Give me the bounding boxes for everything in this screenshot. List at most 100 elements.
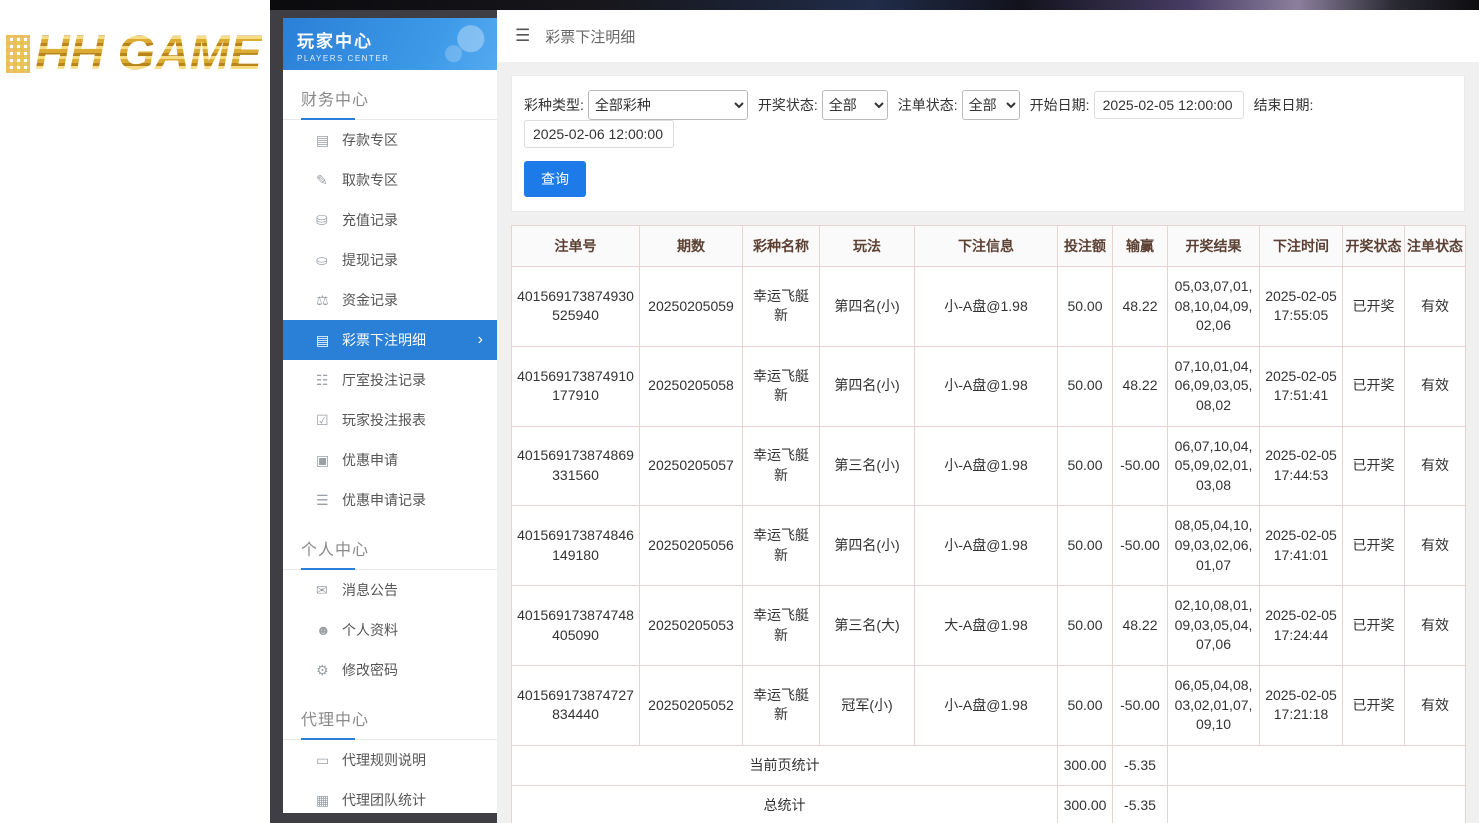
cell-draw-result: 06,07,10,04,05,09,02,01,03,08 [1168, 426, 1260, 506]
table-row: 40156917387491017791020250205058幸运飞艇新第四名… [512, 346, 1466, 426]
cell-period: 20250205053 [640, 586, 743, 666]
cell-bet-info: 小-A盘@1.98 [915, 346, 1058, 426]
cell-draw-status: 已开奖 [1343, 506, 1405, 586]
summary-bet-total: 300.00 [1058, 745, 1113, 786]
summary-empty [1168, 786, 1466, 823]
table-row: 40156917387486933156020250205057幸运飞艇新第三名… [512, 426, 1466, 506]
cell-draw-status: 已开奖 [1343, 267, 1405, 347]
cell-bet-time: 2025-02-05 17:51:41 [1260, 346, 1343, 426]
cell-bet-amount: 50.00 [1058, 426, 1113, 506]
cell-play-type: 第四名(小) [820, 267, 915, 347]
sidebar-item-funds-record[interactable]: ⚖资金记录 [283, 280, 497, 320]
profile-icon: ☻ [316, 622, 342, 638]
lottery-type-select[interactable]: 全部彩种 [588, 90, 748, 120]
cell-bet-info: 小-A盘@1.98 [915, 665, 1058, 745]
table-row: 40156917387484614918020250205056幸运飞艇新第四名… [512, 506, 1466, 586]
cell-win-loss: -50.00 [1113, 426, 1168, 506]
bet-status-select[interactable]: 全部 [962, 90, 1020, 120]
column-header-draw-result: 开奖结果 [1168, 226, 1260, 267]
menu-toggle-icon[interactable]: ☰ [515, 26, 530, 46]
sidebar-item-hall-bet-record[interactable]: ☷厅室投注记录 [283, 360, 497, 400]
cell-play-type: 冠军(小) [820, 665, 915, 745]
hall-bet-record-icon: ☷ [316, 372, 342, 389]
summary-bet-total: 300.00 [1058, 786, 1113, 823]
screen: HH GAME 玩家中心 PLAYERS CENTER 财务中心▤存款专区✎取款… [0, 0, 1479, 823]
cell-play-type: 第四名(小) [820, 346, 915, 426]
sidebar-nav: 财务中心▤存款专区✎取款专区⛁充值记录⛀提现记录⚖资金记录▤彩票下注明细›☷厅室… [283, 70, 497, 813]
section-title: 个人中心 [283, 520, 497, 570]
cell-bet-info: 大-A盘@1.98 [915, 586, 1058, 666]
filter-card: 彩种类型: 全部彩种 开奖状态: 全部 注单状态: 全部 开始日期: [511, 75, 1465, 212]
sidebar-item-password-gear[interactable]: ⚙修改密码 [283, 650, 497, 690]
cell-lottery-name: 幸运飞艇新 [743, 586, 820, 666]
search-button[interactable]: 查询 [524, 161, 586, 197]
column-header-order-no: 注单号 [512, 226, 640, 267]
sidebar-item-agent-rules[interactable]: ▭代理规则说明 [283, 740, 497, 780]
deposit-icon: ▤ [316, 132, 342, 149]
lottery-bet-detail-icon: ▤ [316, 332, 342, 349]
cell-win-loss: 48.22 [1113, 267, 1168, 347]
cell-order-status: 有效 [1405, 267, 1466, 347]
cell-draw-result: 07,10,01,04,06,09,03,05,08,02 [1168, 346, 1260, 426]
cell-order-no: 401569173874910177910 [512, 346, 640, 426]
end-date-label: 结束日期: [1254, 95, 1314, 115]
sidebar-item-withdraw[interactable]: ✎取款专区 [283, 160, 497, 200]
content-area: ☰ 彩票下注明细 彩种类型: 全部彩种 开奖状态: 全部 注单状态: [497, 10, 1479, 823]
end-date-input[interactable] [524, 120, 674, 148]
sidebar-item-label: 消息公告 [342, 580, 398, 600]
draw-status-select[interactable]: 全部 [822, 90, 888, 120]
sidebar-item-recharge-record[interactable]: ⛁充值记录 [283, 200, 497, 240]
cell-lottery-name: 幸运飞艇新 [743, 346, 820, 426]
start-date-label: 开始日期: [1030, 95, 1090, 115]
start-date-input[interactable] [1094, 91, 1244, 119]
cell-period: 20250205057 [640, 426, 743, 506]
cell-lottery-name: 幸运飞艇新 [743, 267, 820, 347]
sidebar-item-agent-team-stats[interactable]: ▦代理团队统计 [283, 780, 497, 813]
cell-period: 20250205058 [640, 346, 743, 426]
column-header-lottery-name: 彩种名称 [743, 226, 820, 267]
cell-order-status: 有效 [1405, 506, 1466, 586]
promo-apply-icon: ▣ [316, 452, 342, 469]
globe-decoration-icon [441, 22, 489, 66]
sidebar-item-label: 提现记录 [342, 250, 398, 270]
cell-bet-time: 2025-02-05 17:24:44 [1260, 586, 1343, 666]
bet-table: 注单号期数彩种名称玩法下注信息投注额输赢开奖结果下注时间开奖状态注单状态 401… [511, 225, 1466, 823]
cell-play-type: 第三名(小) [820, 426, 915, 506]
sidebar-item-label: 个人资料 [342, 620, 398, 640]
cell-bet-info: 小-A盘@1.98 [915, 506, 1058, 586]
brand-pane: HH GAME [0, 0, 270, 823]
column-header-bet-amount: 投注额 [1058, 226, 1113, 267]
table-body: 40156917387493052594020250205059幸运飞艇新第四名… [512, 267, 1466, 823]
cell-period: 20250205056 [640, 506, 743, 586]
sidebar-item-message[interactable]: ✉消息公告 [283, 570, 497, 610]
brand-logo: HH GAME [6, 26, 262, 81]
sidebar-item-promo-apply-record[interactable]: ☰优惠申请记录 [283, 480, 497, 520]
sidebar-item-label: 厅室投注记录 [342, 370, 426, 390]
column-header-bet-time: 下注时间 [1260, 226, 1343, 267]
summary-win-loss: -5.35 [1113, 745, 1168, 786]
section-title: 财务中心 [283, 70, 497, 120]
withdraw-icon: ✎ [316, 172, 342, 189]
funds-record-icon: ⚖ [316, 292, 342, 309]
table-row: 40156917387493052594020250205059幸运飞艇新第四名… [512, 267, 1466, 347]
sidebar-item-profile[interactable]: ☻个人资料 [283, 610, 497, 650]
sidebar-item-player-bet-report[interactable]: ☑玩家投注报表 [283, 400, 497, 440]
sidebar-item-cashout-record[interactable]: ⛀提现记录 [283, 240, 497, 280]
cell-play-type: 第四名(小) [820, 506, 915, 586]
sidebar-item-label: 充值记录 [342, 210, 398, 230]
sidebar-item-promo-apply[interactable]: ▣优惠申请 [283, 440, 497, 480]
page-title: 彩票下注明细 [545, 26, 635, 47]
sidebar-item-label: 代理团队统计 [342, 790, 426, 810]
promo-apply-record-icon: ☰ [316, 492, 342, 509]
column-header-draw-status: 开奖状态 [1343, 226, 1405, 267]
sidebar-item-label: 优惠申请记录 [342, 490, 426, 510]
lottery-type-label: 彩种类型: [524, 95, 584, 115]
sidebar-item-lottery-bet-detail[interactable]: ▤彩票下注明细› [283, 320, 497, 360]
cell-bet-info: 小-A盘@1.98 [915, 426, 1058, 506]
agent-rules-icon: ▭ [316, 752, 342, 769]
cell-draw-status: 已开奖 [1343, 586, 1405, 666]
sidebar: 玩家中心 PLAYERS CENTER 财务中心▤存款专区✎取款专区⛁充值记录⛀… [283, 18, 497, 813]
table-row: 40156917387472783444020250205052幸运飞艇新冠军(… [512, 665, 1466, 745]
cell-bet-amount: 50.00 [1058, 267, 1113, 347]
sidebar-item-deposit[interactable]: ▤存款专区 [283, 120, 497, 160]
